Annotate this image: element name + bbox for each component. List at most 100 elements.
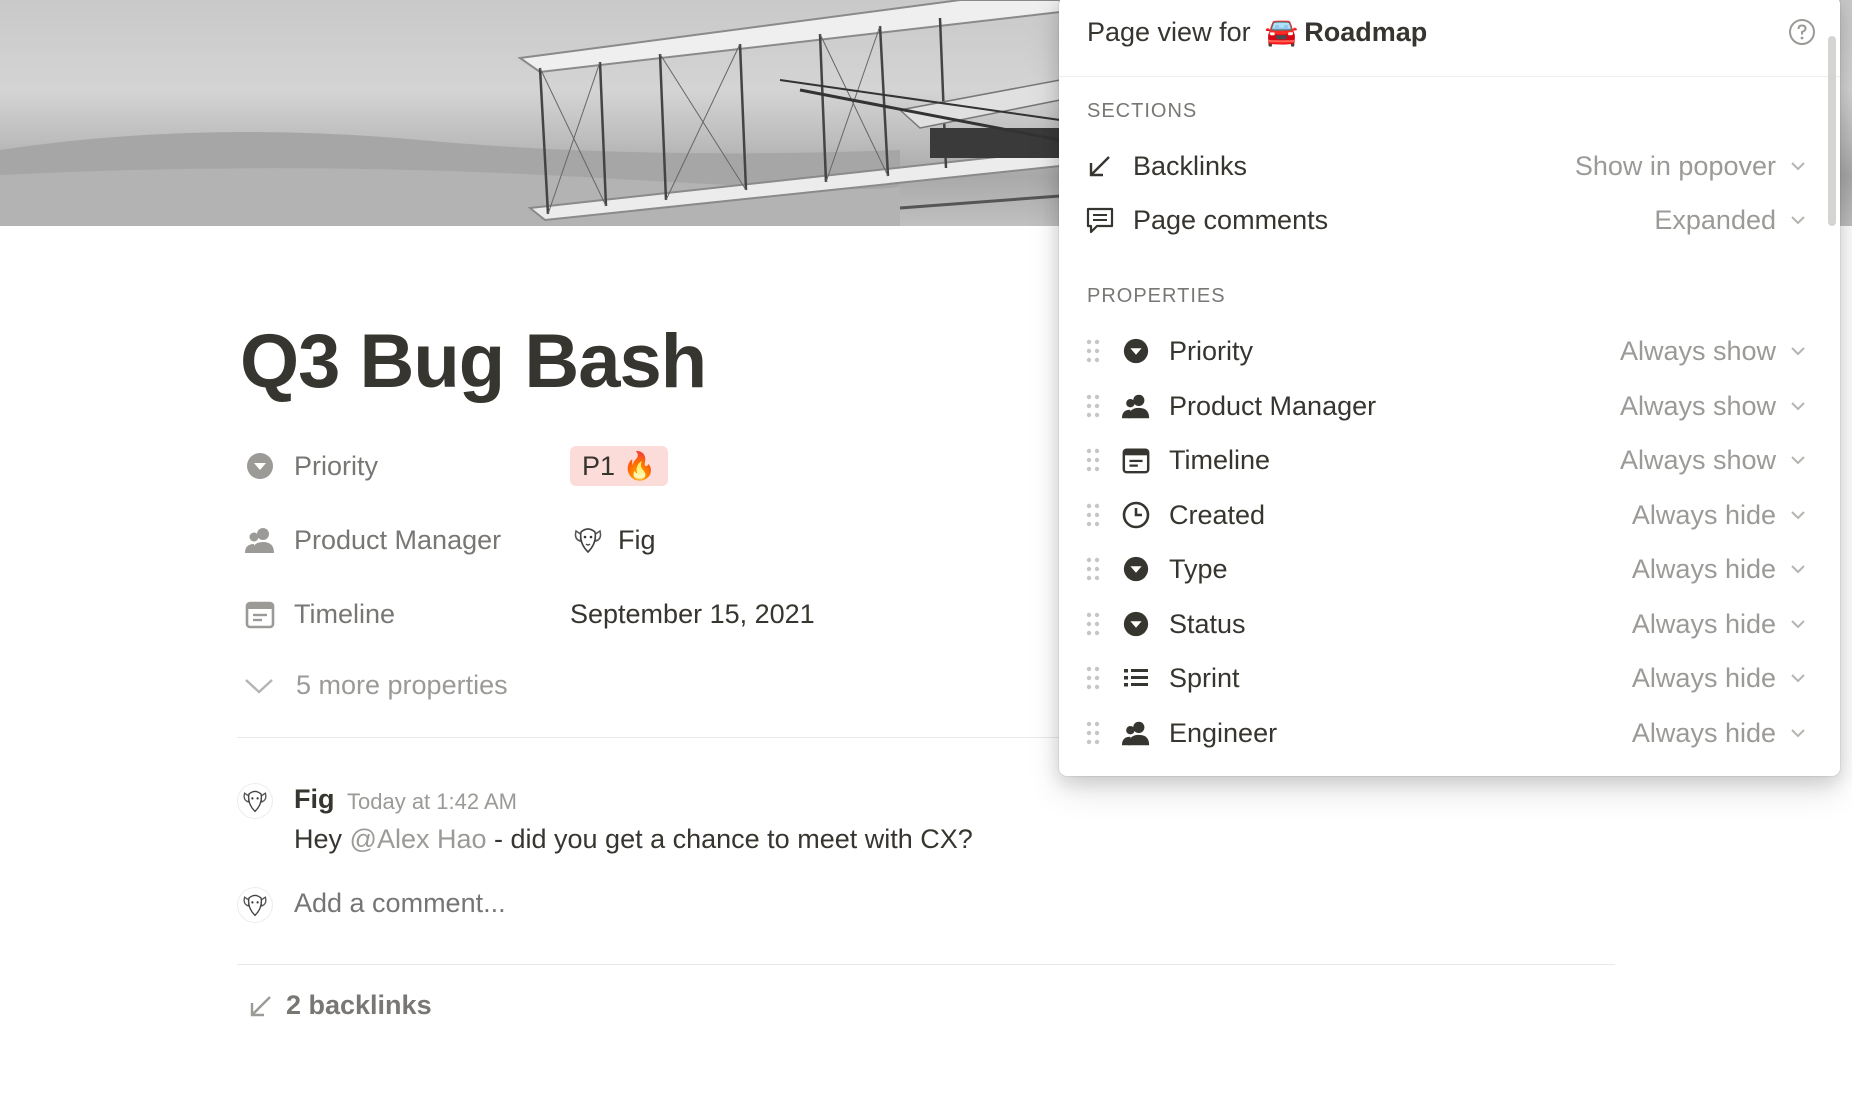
property-visibility-select[interactable]: Always show (1620, 391, 1806, 422)
select-icon (1119, 607, 1153, 641)
drag-handle-icon[interactable] (1085, 611, 1101, 637)
drag-handle-icon[interactable] (1085, 502, 1101, 528)
popover-header: Page view for 🚘 Roadmap (1059, 0, 1840, 77)
chevron-down-icon (1791, 162, 1805, 171)
property-visibility-select[interactable]: Always hide (1632, 609, 1806, 640)
select-value: Always hide (1631, 717, 1776, 748)
chevron-down-icon (1791, 565, 1805, 574)
popover-property-engineer[interactable]: Engineer Always hide (1059, 707, 1840, 759)
chevron-down-icon (1791, 216, 1805, 225)
page-title[interactable]: Q3 Bug Bash (240, 318, 707, 405)
section-name: Backlinks (1133, 150, 1248, 181)
property-visibility-select[interactable]: Always hide (1632, 718, 1806, 749)
user-avatar (570, 522, 606, 558)
select-value: Expanded (1654, 204, 1776, 235)
person-icon (1119, 716, 1153, 750)
chevron-down-icon (1791, 511, 1805, 520)
divider (237, 737, 1060, 738)
popover-property-created[interactable]: Created Always hide (1059, 489, 1840, 541)
select-icon (1119, 334, 1153, 368)
property-name: Timeline (1169, 444, 1271, 475)
property-row-timeline[interactable]: Timeline September 15, 2021 (240, 589, 860, 639)
priority-tag[interactable]: P1 🔥 (570, 446, 669, 486)
drag-handle-icon[interactable] (1085, 338, 1101, 364)
property-value[interactable]: Fig (570, 522, 656, 558)
section-visibility-select[interactable]: Show in popover (1575, 151, 1806, 182)
section-name: Page comments (1133, 204, 1329, 235)
property-row-product-manager[interactable]: Product Manager Fig (240, 515, 860, 565)
popover-property-sprint[interactable]: Sprint Always hide (1059, 652, 1840, 704)
property-visibility-select[interactable]: Always hide (1632, 554, 1806, 585)
comment-timestamp: Today at 1:42 AM (347, 789, 517, 814)
property-name: Priority (294, 450, 379, 481)
user-mention[interactable]: @Alex Hao (350, 824, 487, 854)
chevron-down-icon (245, 678, 273, 694)
property-row-priority[interactable]: Priority P1 🔥 (240, 441, 860, 491)
property-name: Type (1169, 553, 1228, 584)
add-comment-input[interactable] (294, 888, 794, 919)
property-value[interactable]: P1 🔥 (570, 446, 669, 486)
comment-body: Hey @Alex Hao - did you get a chance to … (294, 824, 973, 855)
person-icon (1119, 389, 1153, 423)
popover-scrollbar[interactable] (1828, 36, 1836, 226)
drag-handle-icon[interactable] (1085, 556, 1101, 582)
popover-title: Page view for 🚘 Roadmap (1087, 16, 1427, 48)
backlinks-button[interactable]: 2 backlinks (248, 990, 432, 1021)
popover-property-status[interactable]: Status Always hide (1059, 598, 1840, 650)
drag-handle-icon[interactable] (1085, 720, 1101, 746)
property-visibility-select[interactable]: Always show (1620, 336, 1806, 367)
select-value: Always hide (1631, 553, 1776, 584)
select-value: Always hide (1631, 608, 1776, 639)
property-name: Product Manager (1169, 390, 1377, 421)
chevron-down-icon (1791, 729, 1805, 738)
more-properties-label: 5 more properties (296, 670, 508, 700)
property-visibility-select[interactable]: Always hide (1632, 500, 1806, 531)
comment-text: Hey (294, 824, 350, 854)
current-user-avatar (238, 888, 272, 922)
property-value[interactable]: September 15, 2021 (570, 599, 815, 630)
backlinks-label: 2 backlinks (286, 990, 432, 1020)
sections-label: SECTIONS (1087, 100, 1198, 122)
calendar-icon (1119, 443, 1153, 477)
person-icon (240, 520, 280, 560)
property-name: Engineer (1169, 717, 1278, 748)
comment-author-avatar (238, 784, 272, 818)
select-value: Always show (1619, 335, 1776, 366)
select-value: Show in popover (1574, 150, 1776, 181)
property-name: Created (1169, 499, 1266, 530)
clock-icon (1119, 498, 1153, 532)
drag-handle-icon[interactable] (1085, 393, 1101, 419)
select-value: Always show (1619, 390, 1776, 421)
popover-property-priority[interactable]: Priority Always show (1059, 325, 1840, 377)
chevron-down-icon (1791, 402, 1805, 411)
comment-text: - did you get a chance to meet with CX? (486, 824, 973, 854)
popover-property-product-manager[interactable]: Product Manager Always show (1059, 380, 1840, 432)
list-icon (1119, 661, 1153, 695)
select-value: Always show (1619, 444, 1776, 475)
comment-author[interactable]: Fig (294, 784, 335, 815)
page-emoji: 🚘 (1264, 17, 1299, 47)
select-icon (240, 446, 280, 486)
chevron-down-icon (1791, 674, 1805, 683)
page-view-popover: Page view for 🚘 Roadmap SECTIONS Backlin… (1059, 0, 1840, 776)
chevron-down-icon (1791, 620, 1805, 629)
property-visibility-select[interactable]: Always hide (1632, 663, 1806, 694)
section-row-page-comments[interactable]: Page comments Expanded (1059, 194, 1840, 246)
divider (237, 964, 1615, 965)
drag-handle-icon[interactable] (1085, 447, 1101, 473)
popover-property-type[interactable]: Type Always hide (1059, 543, 1840, 595)
section-row-backlinks[interactable]: Backlinks Show in popover (1059, 140, 1840, 192)
backlink-arrow-icon (1083, 149, 1117, 183)
drag-handle-icon[interactable] (1085, 665, 1101, 691)
chevron-down-icon (1791, 456, 1805, 465)
popover-property-timeline[interactable]: Timeline Always show (1059, 434, 1840, 486)
calendar-icon (240, 594, 280, 634)
more-properties-toggle[interactable]: 5 more properties (244, 670, 508, 701)
user-name: Fig (618, 524, 656, 555)
help-icon[interactable] (1788, 18, 1816, 46)
property-visibility-select[interactable]: Always show (1620, 445, 1806, 476)
backlink-arrow-icon (250, 995, 271, 1016)
section-visibility-select[interactable]: Expanded (1654, 205, 1806, 236)
select-value: Always hide (1631, 662, 1776, 693)
property-name: Timeline (294, 598, 396, 629)
